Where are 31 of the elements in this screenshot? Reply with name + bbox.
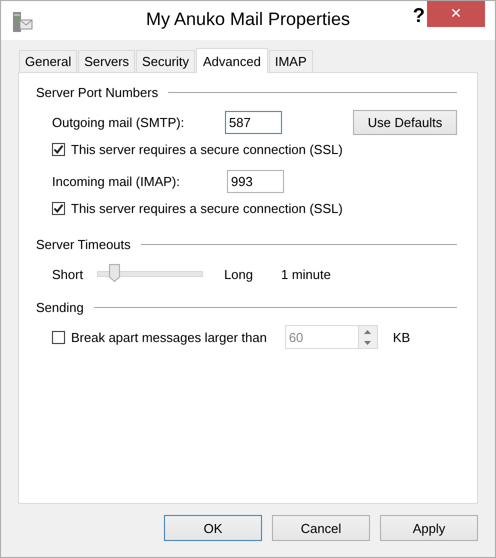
timeout-value: 1 minute (281, 266, 331, 282)
checkbox[interactable] (52, 202, 65, 214)
checkbox-label: Break apart messages larger than (71, 330, 267, 344)
help-button[interactable]: ? (408, 5, 429, 28)
dialog-button[interactable]: Cancel (272, 515, 370, 541)
checkbox-label: This server requires a secure connection (SSL) (71, 200, 343, 216)
tab[interactable]: General (19, 50, 78, 72)
tab[interactable]: Servers (78, 50, 136, 72)
group-title: Server Timeouts (36, 237, 131, 252)
dialog-button[interactable]: OK (164, 515, 262, 541)
slider-max-label: Long (224, 266, 253, 282)
checkbox[interactable] (52, 330, 65, 344)
window-title: My Anuko Mail Properties (146, 9, 350, 29)
group-title: Sending (36, 300, 84, 315)
server-mail-icon (11, 11, 33, 33)
unit-label: KB (392, 330, 410, 344)
port-field[interactable]: 993 (227, 170, 284, 192)
close-button[interactable]: ✕ (427, 1, 485, 27)
port-field[interactable]: 587 (225, 110, 282, 134)
field-label: Incoming mail (IMAP): (52, 174, 181, 188)
dialog-button[interactable]: Apply (380, 515, 478, 541)
use-defaults-button[interactable]: Use Defaults (353, 110, 457, 134)
tab[interactable]: Security (136, 50, 196, 72)
checkbox-label: This server requires a secure connection (SSL) (71, 142, 343, 156)
tab[interactable]: Advanced (196, 48, 268, 73)
slider-thumb[interactable] (108, 264, 120, 282)
slider-min-label: Short (52, 266, 84, 282)
group-title: Server Port Numbers (36, 85, 158, 100)
tab[interactable]: IMAP (268, 50, 313, 72)
checkbox[interactable] (52, 142, 65, 156)
field-label: Outgoing mail (SMTP): (52, 114, 186, 130)
